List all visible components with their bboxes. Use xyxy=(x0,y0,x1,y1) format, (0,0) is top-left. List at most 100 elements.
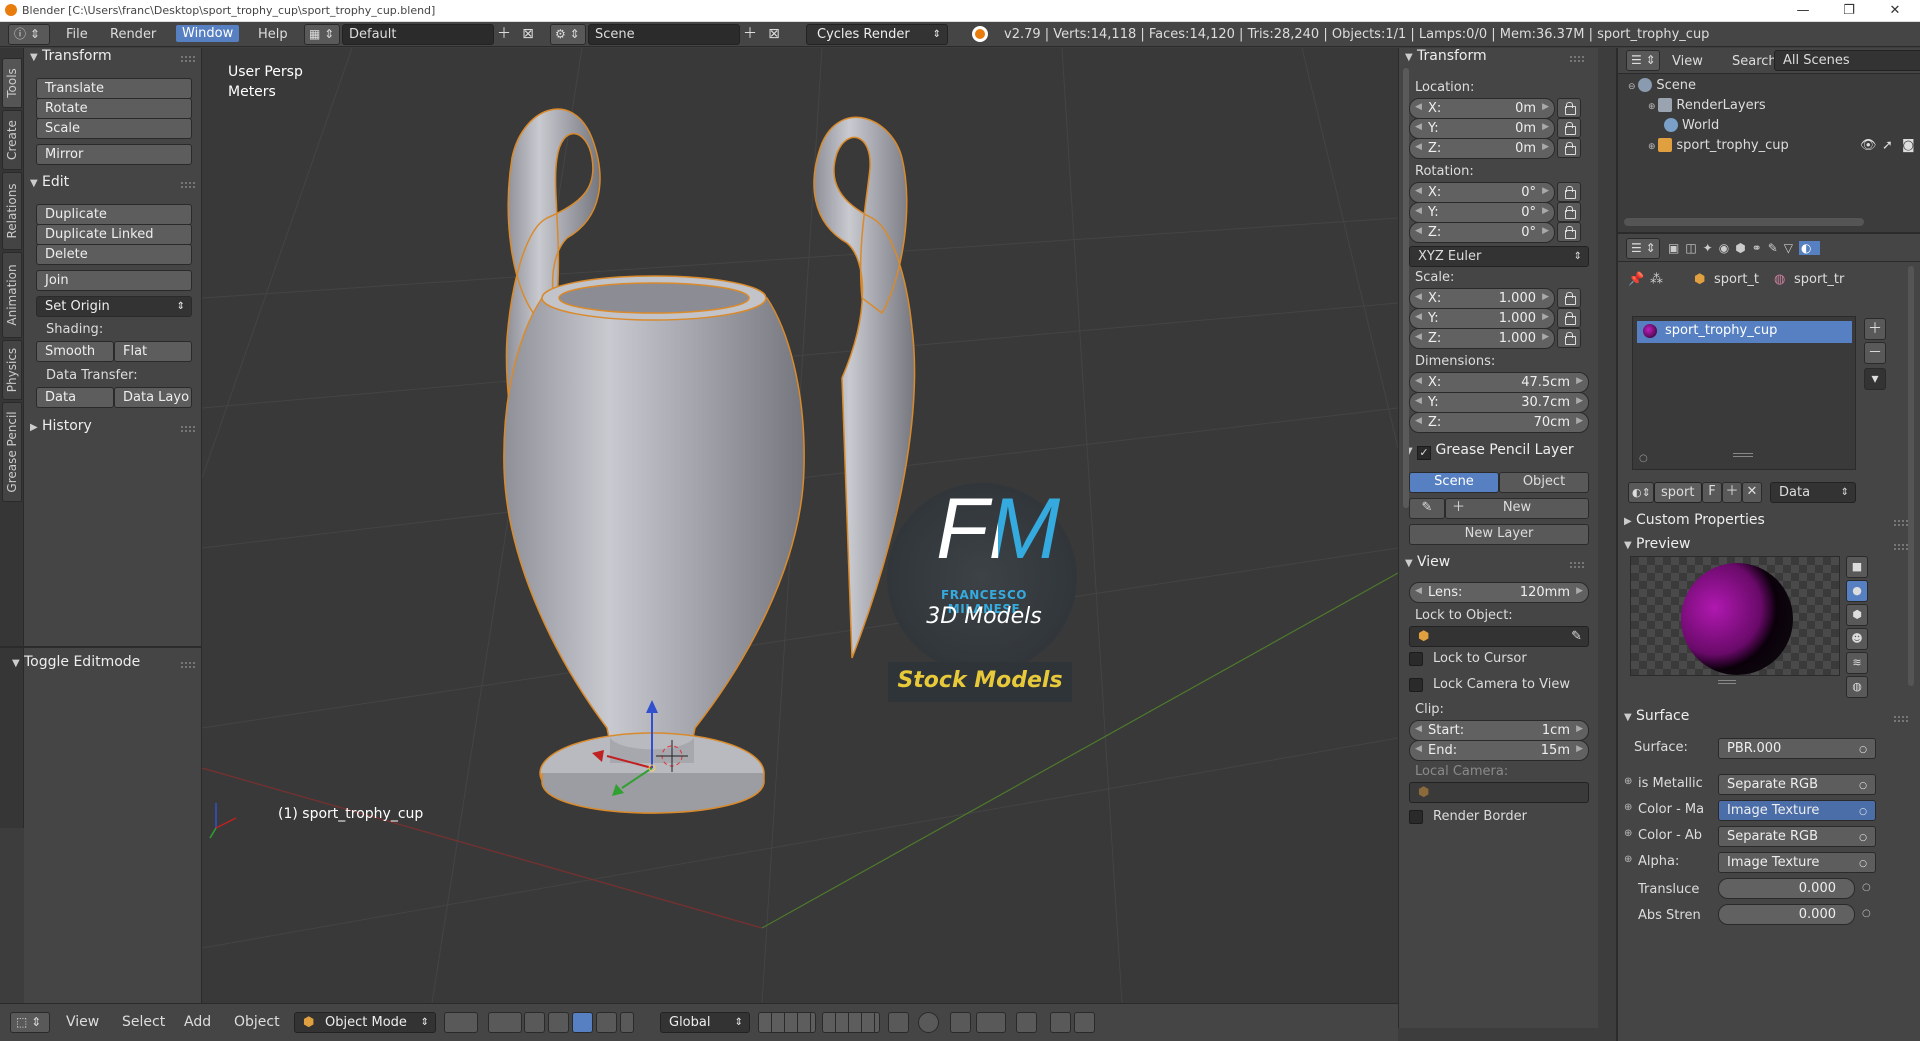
properties-editor-icon[interactable]: ☰ ⇕ xyxy=(1626,238,1660,259)
panel-grip-icon[interactable] xyxy=(181,662,195,668)
lock-camera-checkbox[interactable] xyxy=(1409,678,1423,692)
panel-grip-icon[interactable] xyxy=(1894,544,1908,550)
delete-layout-icon[interactable]: ⊠ xyxy=(518,24,538,45)
outliner-item-renderlayers[interactable]: ⊕ RenderLayers xyxy=(1648,98,1766,113)
panel-grip-icon[interactable] xyxy=(1894,520,1908,526)
expand-socket-icon[interactable]: ⊕ xyxy=(1624,802,1632,813)
preview-cube-icon[interactable]: ⬢ xyxy=(1846,604,1868,626)
gp-new-button[interactable]: ＋ New xyxy=(1445,498,1589,519)
preview-flat-icon[interactable]: ■ xyxy=(1846,556,1868,578)
editor-type-icon[interactable]: ⓘ ⇕ xyxy=(8,24,50,45)
proportional-edit-icon[interactable] xyxy=(918,1012,939,1033)
local-camera-field[interactable]: ⬢ xyxy=(1409,782,1589,803)
lock-icon[interactable] xyxy=(1557,328,1581,348)
selectability-cursor-icon[interactable]: ➚ xyxy=(1882,138,1893,153)
breadcrumb-material[interactable]: sport_tr xyxy=(1794,272,1844,287)
properties-scrollbar[interactable] xyxy=(1908,266,1914,686)
material-name-field[interactable]: sport xyxy=(1654,482,1702,503)
layers-row-2[interactable] xyxy=(822,1012,880,1033)
smooth-button[interactable]: Smooth xyxy=(36,341,114,362)
scale-x-field[interactable]: ◀ X: 1.000 ▶ xyxy=(1409,288,1555,309)
socket-link-icon[interactable]: ○ xyxy=(1862,908,1871,919)
snap-toggle-icon[interactable] xyxy=(950,1012,971,1033)
socket-alpha-field[interactable]: Image Texture ○ xyxy=(1718,852,1876,873)
pivot-point-icon[interactable] xyxy=(488,1012,522,1033)
surface-header[interactable]: ▼ Surface xyxy=(1624,708,1689,728)
remove-slot-button[interactable]: － xyxy=(1864,342,1886,364)
menu-add[interactable]: Add xyxy=(184,1014,211,1030)
location-y-field[interactable]: ◀ Y: 0m ▶ xyxy=(1409,118,1555,139)
outliner-hscrollbar[interactable] xyxy=(1624,218,1864,226)
outliner-item-scene[interactable]: ⊖ Scene xyxy=(1628,78,1696,93)
delete-button[interactable]: Delete xyxy=(36,244,192,265)
render-border-checkbox[interactable] xyxy=(1409,810,1423,824)
unlink-material-icon[interactable]: ✕ xyxy=(1742,482,1762,503)
list-resize-grip[interactable] xyxy=(1733,453,1753,457)
expand-socket-icon[interactable]: ⊕ xyxy=(1624,854,1632,865)
interaction-mode-select[interactable]: ⬢ Object Mode ⇕ xyxy=(294,1012,436,1033)
lock-icon[interactable] xyxy=(1557,118,1581,138)
scale-button[interactable]: Scale xyxy=(36,118,192,139)
transform-panel-header[interactable]: ▼ Transform xyxy=(30,48,112,68)
breadcrumb-object[interactable]: sport_t xyxy=(1714,272,1759,287)
render-engine-select[interactable]: Cycles Render ⇕ xyxy=(806,24,948,45)
location-x-field[interactable]: ◀ X: 0m ▶ xyxy=(1409,98,1555,119)
panel-grip-icon[interactable] xyxy=(1570,562,1584,568)
lock-icon[interactable] xyxy=(1557,202,1581,222)
socket-metallic-field[interactable]: Separate RGB ○ xyxy=(1718,774,1876,795)
set-origin-dropdown[interactable]: Set Origin ⇕ xyxy=(36,296,192,317)
panel-grip-icon[interactable] xyxy=(1894,716,1908,722)
eyedropper-icon[interactable]: ✎ xyxy=(1571,627,1582,646)
data-layout-button[interactable]: Data Layo xyxy=(114,387,192,408)
outliner-search-menu[interactable]: Search xyxy=(1732,54,1777,69)
edit-panel-header[interactable]: ▼ Edit xyxy=(30,174,69,194)
outliner-editor-icon[interactable]: ☰ ⇕ xyxy=(1626,50,1660,71)
toggle-editmode-header[interactable]: ▼ Toggle Editmode xyxy=(12,654,140,674)
screen-layout-icon[interactable]: ▦ ⇕ xyxy=(304,24,340,45)
rotation-z-field[interactable]: ◀ Z: 0° ▶ xyxy=(1409,222,1555,243)
lock-icon[interactable] xyxy=(1557,138,1581,158)
surface-shader-field[interactable]: PBR.000 ○ xyxy=(1718,738,1876,759)
manipulator-toggle-icon[interactable] xyxy=(524,1012,545,1033)
translate-button[interactable]: Translate xyxy=(36,78,192,99)
lock-icon[interactable] xyxy=(1557,98,1581,118)
abs-strength-slider[interactable]: 0.000 xyxy=(1718,904,1855,925)
menu-object[interactable]: Object xyxy=(234,1014,280,1030)
dimension-x-field[interactable]: ◀ X: 47.5cm ▶ xyxy=(1409,372,1589,393)
panel-grip-icon[interactable] xyxy=(181,56,195,62)
scale-y-field[interactable]: ◀ Y: 1.000 ▶ xyxy=(1409,308,1555,329)
preview-hair-icon[interactable]: ≋ xyxy=(1846,652,1868,674)
expand-socket-icon[interactable]: ⊕ xyxy=(1624,776,1632,787)
manipulator-space-icon[interactable] xyxy=(620,1012,634,1033)
snap-element-icon[interactable] xyxy=(976,1012,1006,1033)
view3d-editor-icon[interactable]: ⬚ ⇕ xyxy=(10,1012,50,1033)
pencil-icon[interactable]: ✎ xyxy=(1409,498,1445,519)
join-button[interactable]: Join xyxy=(36,270,192,291)
tab-physics[interactable]: Physics xyxy=(2,340,22,400)
gp-new-layer-button[interactable]: New Layer xyxy=(1409,524,1589,545)
browse-material-icon[interactable]: ◐⇕ xyxy=(1628,482,1654,503)
rotation-mode-select[interactable]: XYZ Euler ⇕ xyxy=(1409,246,1589,267)
add-slot-button[interactable]: ＋ xyxy=(1864,318,1886,340)
material-slot-item[interactable]: sport_trophy_cup xyxy=(1637,321,1852,343)
preview-header[interactable]: ▼ Preview xyxy=(1624,536,1691,556)
viewport-shading-icon[interactable] xyxy=(444,1012,478,1033)
trophy-cup-object[interactable] xyxy=(503,108,916,814)
slot-specials-menu[interactable]: ▾ xyxy=(1864,368,1886,390)
lock-icon[interactable] xyxy=(1557,222,1581,242)
pin-icon[interactable]: 📌 xyxy=(1628,272,1644,287)
clip-start-field[interactable]: ◀ Start: 1cm ▶ xyxy=(1409,720,1589,741)
material-tab-icon[interactable]: ◐ xyxy=(1799,241,1820,255)
mirror-button[interactable]: Mirror xyxy=(36,144,192,165)
tab-animation[interactable]: Animation xyxy=(2,252,22,338)
menu-view[interactable]: View xyxy=(66,1014,99,1030)
outliner-item-world[interactable]: World xyxy=(1664,118,1719,133)
add-scene-icon[interactable]: ＋ xyxy=(740,24,760,45)
opengl-animation-icon[interactable] xyxy=(1074,1012,1095,1033)
scene-field[interactable]: Scene xyxy=(588,24,740,45)
preview-sphere-icon[interactable]: ● xyxy=(1846,580,1868,602)
translucency-slider[interactable]: 0.000 xyxy=(1718,878,1855,899)
list-filter-icon[interactable]: ○ xyxy=(1639,453,1648,464)
n-transform-header[interactable]: ▼ Transform xyxy=(1405,48,1487,68)
tab-grease-pencil[interactable]: Grease Pencil xyxy=(2,402,22,502)
